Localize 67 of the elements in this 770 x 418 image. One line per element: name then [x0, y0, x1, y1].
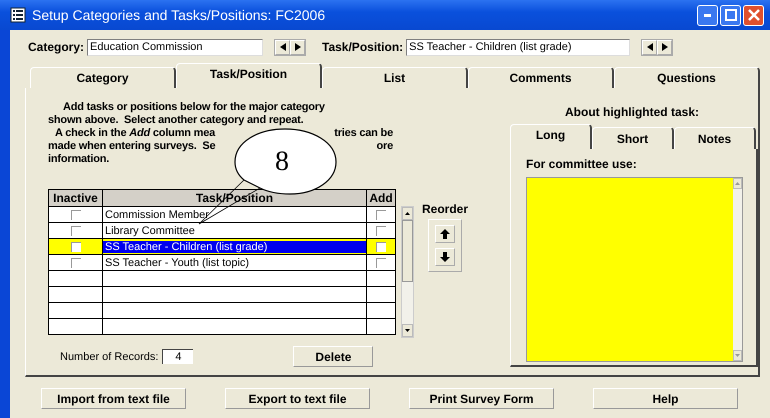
instruction-text: ore — [376, 140, 393, 153]
minimize-icon — [704, 14, 711, 16]
next-button[interactable] — [657, 40, 672, 54]
scroll-down-icon — [405, 329, 410, 332]
instruction-text: made when entering surveys. Se — [48, 140, 216, 153]
window-title: Setup Categories and Tasks/Positions: FC2006 — [32, 7, 326, 23]
close-button[interactable] — [743, 4, 764, 26]
records-label: Number of Records: — [60, 350, 158, 362]
tab[interactable]: Comments — [468, 67, 614, 88]
previous-button[interactable] — [642, 40, 658, 54]
add-checkbox[interactable] — [376, 210, 386, 220]
delete-button[interactable]: Delete — [293, 346, 374, 367]
instruction-text: information. — [48, 153, 110, 166]
add-checkbox[interactable] — [376, 258, 386, 268]
reorder-label: Reorder — [422, 202, 468, 216]
tab[interactable]: Task/Position — [176, 63, 322, 88]
tab[interactable]: Notes — [674, 127, 756, 149]
tab[interactable]: Questions — [614, 67, 760, 88]
instruction-text: tries can be — [334, 127, 393, 140]
task-position-label: Task/Position: — [322, 40, 404, 54]
add-checkbox[interactable] — [376, 242, 386, 252]
scroll-down-icon — [735, 354, 740, 357]
column-header: Add — [368, 190, 394, 206]
move-up-button[interactable] — [435, 225, 455, 243]
tab[interactable]: Long — [510, 124, 592, 149]
about-heading: About highlighted task: — [564, 105, 700, 119]
move-down-button[interactable] — [435, 248, 455, 266]
task-cell[interactable]: Commission Member — [103, 208, 209, 220]
down-arrow-icon — [440, 252, 450, 262]
category-field[interactable]: Education Commission — [87, 38, 264, 56]
scrollbar[interactable] — [733, 178, 742, 361]
scroll-up-icon — [405, 212, 410, 215]
task-cell[interactable]: SS Teacher - Youth (list topic) — [103, 256, 250, 268]
callout-number: 8 — [275, 146, 289, 178]
maximize-icon — [724, 9, 736, 21]
instruction-text: Add tasks or positions below for the major category — [63, 101, 325, 114]
category-label: Category: — [28, 40, 84, 54]
minimize-button[interactable] — [697, 4, 718, 26]
left-triangle-icon — [646, 43, 653, 51]
action-button[interactable]: Help — [593, 388, 738, 409]
previous-button[interactable] — [275, 40, 290, 54]
column-header: Inactive — [49, 190, 103, 206]
scrollbar[interactable] — [401, 206, 414, 338]
tab[interactable]: Short — [592, 127, 674, 149]
tab[interactable]: List — [322, 67, 468, 88]
next-button[interactable] — [290, 40, 306, 54]
task-cell[interactable]: Library Committee — [103, 224, 195, 236]
right-triangle-icon — [294, 43, 301, 51]
up-arrow-icon — [440, 229, 450, 239]
form-icon — [10, 7, 26, 23]
right-triangle-icon — [662, 43, 668, 51]
scroll-up-icon — [735, 182, 740, 185]
close-icon — [748, 9, 760, 21]
left-triangle-icon — [280, 43, 286, 51]
field-label: For committee use: — [526, 157, 638, 171]
records-count-field: 4 — [162, 349, 194, 364]
action-button[interactable]: Export to text file — [225, 388, 370, 409]
task-cell[interactable]: SS Teacher - Children (list grade) — [103, 240, 366, 252]
add-checkbox[interactable] — [376, 226, 386, 236]
tab[interactable]: Category — [30, 67, 176, 88]
action-button[interactable]: Import from text file — [41, 388, 186, 409]
notes-text-area[interactable] — [526, 177, 743, 362]
maximize-button[interactable] — [720, 4, 741, 26]
action-button[interactable]: Print Survey Form — [409, 388, 554, 409]
instruction-text: A check in the Add column mea — [55, 127, 216, 140]
task-position-field[interactable]: SS Teacher - Children (list grade) — [406, 38, 630, 56]
instruction-text: shown above. Select another category and repeat. — [48, 114, 304, 127]
